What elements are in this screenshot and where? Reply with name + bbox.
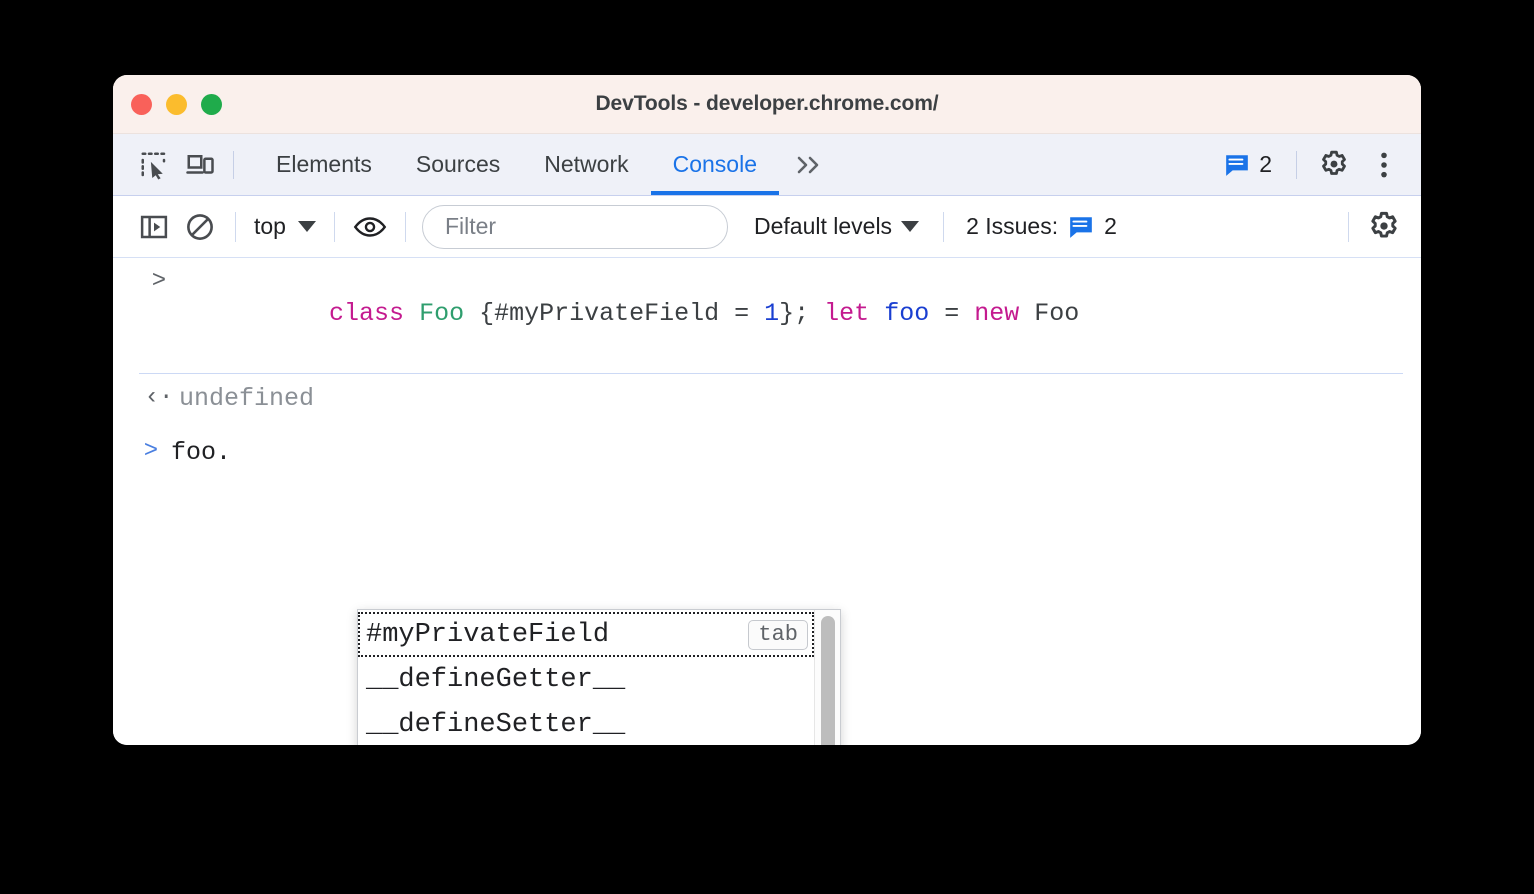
console-toolbar: top Default levels 2 Issues:	[113, 196, 1421, 258]
toolbar-divider-5	[1348, 211, 1349, 242]
code-token: let	[824, 299, 870, 329]
autocomplete-item-label: #myPrivateField	[366, 619, 610, 650]
toolbar-divider-1	[235, 211, 236, 242]
live-expression-eye-icon[interactable]	[347, 204, 393, 250]
tab-console[interactable]: Console	[650, 134, 780, 195]
console-result-message: ‹· undefined	[139, 374, 1403, 422]
code-token: {#myPrivateField =	[464, 299, 765, 329]
panel-tabs: Elements Sources Network Console	[254, 134, 841, 195]
tab-elements-label: Elements	[276, 151, 372, 177]
code-token: =	[929, 299, 975, 329]
autocomplete-item-label: __defineSetter__	[366, 709, 626, 740]
gear-icon[interactable]	[1361, 204, 1407, 250]
issues-count-label: 2	[1259, 151, 1272, 177]
prompt-arrow-icon: >	[143, 438, 159, 465]
tab-sources-label: Sources	[415, 151, 501, 177]
issues-message-icon	[1068, 214, 1094, 240]
log-levels-label: Default levels	[753, 213, 893, 239]
tab-network[interactable]: Network	[522, 134, 650, 195]
autocomplete-popup[interactable]: #myPrivateField tab __defineGetter__ __d…	[357, 609, 841, 745]
more-tabs-icon[interactable]	[779, 134, 841, 195]
window-titlebar: DevTools - developer.chrome.com/	[113, 75, 1421, 134]
autocomplete-scrollbar-thumb[interactable]	[820, 616, 835, 745]
autocomplete-scrollbar[interactable]	[814, 610, 840, 745]
gear-icon[interactable]	[1311, 142, 1357, 188]
devtools-tabbar: Elements Sources Network Console 2	[113, 134, 1421, 196]
autocomplete-tab-hint: tab	[748, 619, 808, 650]
autocomplete-item-label: __defineGetter__	[366, 664, 626, 695]
clear-console-icon[interactable]	[177, 204, 223, 250]
issues-summary-count: 2	[1104, 213, 1117, 239]
chevron-down-icon	[901, 221, 920, 232]
console-message-list[interactable]: > class Foo {#myPrivateField = 1}; let f…	[113, 258, 1421, 745]
toolbar-divider-2	[333, 211, 335, 242]
inspect-element-icon[interactable]	[131, 142, 177, 188]
console-result-value: undefined	[179, 383, 315, 413]
console-prompt-input[interactable]: foo.	[171, 437, 231, 468]
autocomplete-list: #myPrivateField tab __defineGetter__ __d…	[358, 610, 814, 745]
issues-summary-label: 2 Issues:	[966, 213, 1059, 239]
result-arrow-icon: ‹·	[144, 383, 174, 411]
toolbar-divider-3	[404, 211, 406, 242]
tab-console-label: Console	[672, 151, 757, 177]
autocomplete-item-selected[interactable]: #myPrivateField tab	[358, 612, 814, 657]
devtools-window: DevTools - developer.chrome.com/ Element…	[113, 75, 1421, 745]
chevron-down-icon	[297, 221, 316, 232]
issues-summary[interactable]: 2 Issues: 2	[956, 213, 1127, 240]
issues-message-icon	[1224, 152, 1250, 178]
console-input-message: > class Foo {#myPrivateField = 1}; let f…	[139, 258, 1403, 374]
code-token: class	[329, 299, 405, 329]
log-levels-selector[interactable]: Default levels	[742, 213, 931, 240]
tab-sources[interactable]: Sources	[394, 134, 522, 195]
code-token: foo	[884, 299, 930, 329]
tab-network-label: Network	[544, 151, 629, 177]
tabbar-right-divider	[1296, 150, 1297, 179]
device-toolbar-icon[interactable]	[177, 142, 223, 188]
execution-context-label: top	[254, 213, 286, 239]
code-token: Foo	[419, 299, 465, 329]
window-title: DevTools - developer.chrome.com/	[595, 92, 939, 115]
autocomplete-item[interactable]: __defineGetter__	[358, 657, 814, 702]
code-token: };	[779, 299, 825, 329]
kebab-menu-icon[interactable]	[1361, 142, 1407, 188]
code-token: Foo	[1019, 299, 1080, 329]
filter-input-wrapper[interactable]	[421, 204, 728, 249]
console-input-code: class Foo {#myPrivateField = 1}; let foo…	[179, 267, 1079, 361]
input-prompt-arrow-icon: >	[151, 268, 167, 295]
issues-counter[interactable]: 2	[1214, 151, 1282, 178]
tab-elements[interactable]: Elements	[254, 134, 394, 195]
screenshot-stage: DevTools - developer.chrome.com/ Element…	[0, 0, 1534, 894]
execution-context-selector[interactable]: top	[248, 213, 322, 240]
console-sidebar-icon[interactable]	[131, 204, 177, 250]
tabbar-right-controls: 2	[1214, 142, 1407, 188]
autocomplete-item[interactable]: __defineSetter__	[358, 702, 814, 745]
console-prompt-row[interactable]: > foo.	[131, 428, 1403, 476]
toolbar-divider-4	[943, 211, 945, 242]
tabbar-divider	[233, 150, 234, 179]
filter-input[interactable]	[442, 212, 707, 241]
code-token: new	[974, 299, 1020, 329]
console-toolbar-right	[1336, 204, 1407, 250]
code-token: 1	[764, 299, 780, 329]
